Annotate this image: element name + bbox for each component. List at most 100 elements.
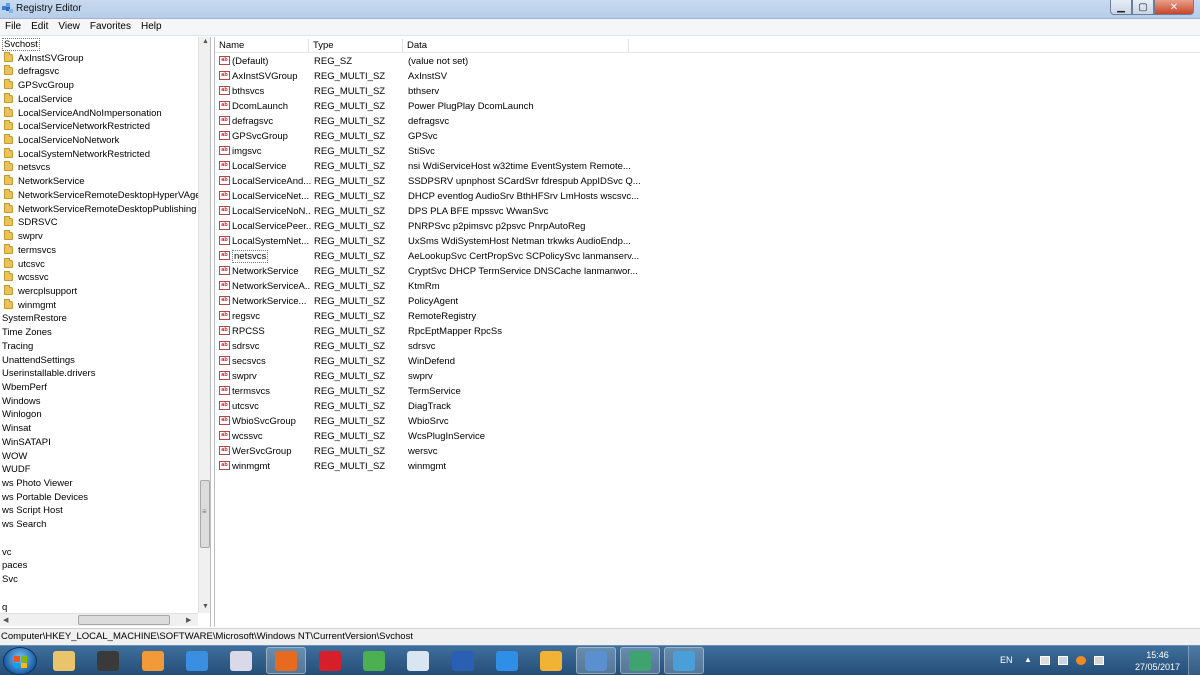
tree-item[interactable]: LocalServiceAndNoImpersonation <box>0 106 162 120</box>
tree-item[interactable]: paces <box>2 559 27 572</box>
list-row[interactable]: ab RPCSS REG_MULTI_SZ RpcEptMapper RpcSs <box>215 324 1200 339</box>
taskbar-media-player-button[interactable] <box>133 647 173 674</box>
antivirus-icon[interactable] <box>1076 656 1086 665</box>
list-row[interactable]: ab termsvcs REG_MULTI_SZ TermService <box>215 384 1200 399</box>
scroll-right-icon[interactable]: ▶ <box>186 616 191 624</box>
tree-item[interactable]: winmgmt <box>0 298 56 312</box>
taskbar-onedrive-button[interactable] <box>487 647 527 674</box>
list-row[interactable]: ab utcsvc REG_MULTI_SZ DiagTrack <box>215 399 1200 414</box>
tree-item[interactable]: WbemPerf <box>2 381 47 394</box>
list-row[interactable]: ab winmgmt REG_MULTI_SZ winmgmt <box>215 459 1200 474</box>
tree-item[interactable]: Svchost <box>2 38 40 51</box>
tree-item[interactable]: wercplsupport <box>0 284 77 298</box>
list-row[interactable]: ab bthsvcs REG_MULTI_SZ bthserv <box>215 84 1200 99</box>
tree-item[interactable]: SDRSVC <box>0 216 58 229</box>
list-row[interactable]: ab DcomLaunch REG_MULTI_SZ Power PlugPlay D… <box>215 99 1200 114</box>
list-row[interactable]: ab LocalServiceNet... REG_MULTI_SZ DHCP eve… <box>215 189 1200 204</box>
tree-item[interactable]: LocalServiceNetworkRestricted <box>0 120 150 133</box>
list-row[interactable]: ab GPSvcGroup REG_MULTI_SZ GPSvc <box>215 129 1200 144</box>
clock[interactable]: 15:46 27/05/2017 <box>1135 649 1180 673</box>
tree-item[interactable]: Winlogon <box>2 408 42 421</box>
tree-item[interactable]: Tracing <box>2 340 33 353</box>
list-row[interactable]: ab regsvc REG_MULTI_SZ RemoteRegistry <box>215 309 1200 324</box>
tree-item[interactable]: Windows <box>2 395 41 408</box>
list-row[interactable]: ab (Default) REG_SZ (value not set) <box>215 54 1200 69</box>
list-row[interactable]: ab swprv REG_MULTI_SZ swprv <box>215 369 1200 384</box>
list-row[interactable]: ab LocalService REG_MULTI_SZ nsi WdiService… <box>215 159 1200 174</box>
tree-item[interactable]: utcsvc <box>0 257 45 271</box>
tree-item[interactable]: WinSATAPI <box>2 436 51 449</box>
column-header-data[interactable]: Data <box>403 39 629 53</box>
tree-item[interactable]: WUDF <box>2 463 31 476</box>
taskbar-chrome-button[interactable] <box>354 647 394 674</box>
scroll-left-icon[interactable]: ◀ <box>3 616 8 624</box>
tree-item[interactable]: netsvcs <box>0 161 50 174</box>
list-row[interactable]: ab netsvcs REG_MULTI_SZ AeLookupSvc CertPro… <box>215 249 1200 264</box>
list-row[interactable]: ab defragsvc REG_MULTI_SZ defragsvc <box>215 114 1200 129</box>
tree-item[interactable]: LocalServiceNoNetwork <box>0 134 119 147</box>
menu-favorites[interactable]: Favorites <box>86 19 137 35</box>
volume-icon[interactable] <box>1094 656 1104 665</box>
taskbar-firefox-button[interactable] <box>265 647 306 674</box>
list-row[interactable]: ab WbioSvcGroup REG_MULTI_SZ WbioSrvc <box>215 414 1200 429</box>
column-header-name[interactable]: Name <box>215 39 309 53</box>
minimize-button[interactable]: ▁ <box>1110 0 1132 15</box>
network-icon[interactable] <box>1058 656 1068 665</box>
menu-edit[interactable]: Edit <box>27 19 54 35</box>
tree-item[interactable]: AxInstSVGroup <box>0 51 83 65</box>
language-indicator[interactable]: EN <box>1000 655 1013 665</box>
tree-vertical-scrollbar[interactable]: ▲ ▼ <box>198 37 210 613</box>
show-desktop-button[interactable] <box>1188 646 1200 675</box>
maximize-button[interactable]: ▢ <box>1132 0 1154 15</box>
taskbar-registry-editor-button[interactable] <box>664 647 705 674</box>
list-row[interactable]: ab LocalSystemNet... REG_MULTI_SZ UxSms Wdi… <box>215 234 1200 249</box>
tree-item[interactable]: Userinstallable.drivers <box>2 367 95 380</box>
tree-item[interactable]: Time Zones <box>2 326 52 339</box>
taskbar-windows-tools-button[interactable] <box>531 647 571 674</box>
tree-item[interactable]: ws Photo Viewer <box>2 477 73 490</box>
tree-item[interactable]: LocalSystemNetworkRestricted <box>0 147 150 161</box>
taskbar-performance-monitor-button[interactable] <box>619 647 660 674</box>
start-button[interactable] <box>3 647 37 675</box>
taskbar-word-button[interactable] <box>443 647 483 674</box>
list-row[interactable]: ab WerSvcGroup REG_MULTI_SZ wersvc <box>215 444 1200 459</box>
tree-item[interactable]: Winsat <box>2 422 31 435</box>
tree-item[interactable]: wcssvc <box>0 271 49 284</box>
tree-item[interactable]: vc <box>2 546 12 559</box>
scroll-down-icon[interactable]: ▼ <box>202 603 209 610</box>
taskbar-mail-button[interactable] <box>398 647 438 674</box>
list-row[interactable]: ab sdrsvc REG_MULTI_SZ sdrsvc <box>215 339 1200 354</box>
taskbar-internet-explorer-button[interactable] <box>177 647 217 674</box>
registry-tree[interactable]: Svchost AxInstSVGroup defragsvc GPSvcGroup L… <box>0 37 211 627</box>
taskbar-itunes-button[interactable] <box>221 647 261 674</box>
taskbar-opera-button[interactable] <box>310 647 350 674</box>
tree-item[interactable]: ws Search <box>2 518 46 531</box>
tree-item[interactable]: swprv <box>0 230 43 243</box>
list-row[interactable]: ab AxInstSVGroup REG_MULTI_SZ AxInstSV <box>215 69 1200 84</box>
tree-item[interactable]: SystemRestore <box>2 312 67 325</box>
list-row[interactable]: ab NetworkService REG_MULTI_SZ CryptSvc DHC… <box>215 264 1200 279</box>
tree-item[interactable]: NetworkServiceRemoteDesktopHyperVAgent <box>0 188 208 202</box>
values-list[interactable]: Name Type Data ab (Default) REG_SZ (value n… <box>214 37 1200 627</box>
list-row[interactable]: ab imgsvc REG_MULTI_SZ StiSvc <box>215 144 1200 159</box>
list-row[interactable]: ab NetworkServiceA... REG_MULTI_SZ KtmRm <box>215 279 1200 294</box>
menu-view[interactable]: View <box>54 19 86 35</box>
tree-item[interactable]: NetworkServiceRemoteDesktopPublishing <box>0 202 196 216</box>
show-hidden-icons-icon[interactable]: ▲ <box>1024 655 1034 664</box>
tree-item[interactable]: Svc <box>2 573 18 586</box>
list-row[interactable]: ab secsvcs REG_MULTI_SZ WinDefend <box>215 354 1200 369</box>
list-row[interactable]: ab LocalServiceAnd... REG_MULTI_SZ SSDPSRV … <box>215 174 1200 189</box>
tree-item[interactable]: WOW <box>2 450 27 463</box>
tree-horizontal-scroll-thumb[interactable] <box>78 615 170 625</box>
taskbar-file-explorer-button[interactable] <box>44 647 84 674</box>
tree-horizontal-scrollbar[interactable]: ◀ ▶ <box>0 613 198 626</box>
action-center-flag-icon[interactable] <box>1040 656 1050 665</box>
tree-item[interactable]: defragsvc <box>0 65 59 78</box>
list-row[interactable]: ab LocalServicePeer... REG_MULTI_SZ PNRPSvc… <box>215 219 1200 234</box>
tree-item[interactable]: LocalService <box>0 92 72 106</box>
list-row[interactable]: ab wcssvc REG_MULTI_SZ WcsPlugInService <box>215 429 1200 444</box>
taskbar-terminal-button[interactable] <box>88 647 128 674</box>
menu-help[interactable]: Help <box>137 19 168 35</box>
tree-item[interactable]: termsvcs <box>0 243 56 257</box>
menu-file[interactable]: File <box>1 19 27 35</box>
